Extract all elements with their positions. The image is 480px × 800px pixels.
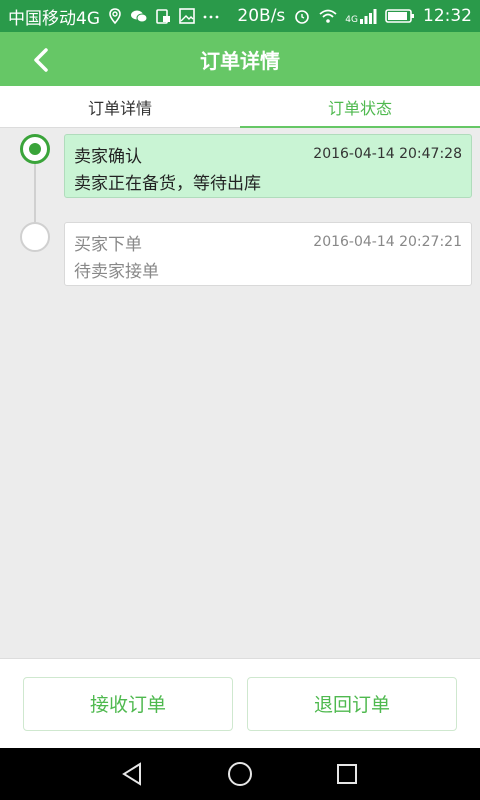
status-time: 2016-04-14 20:27:21	[313, 234, 462, 250]
location-icon	[106, 7, 124, 25]
tab-bar: 订单详情 订单状态	[0, 86, 480, 128]
back-arrow-icon	[34, 48, 48, 72]
lock-notification-icon	[154, 7, 172, 25]
timeline-dot-active	[20, 134, 50, 164]
tab-order-details[interactable]: 订单详情	[0, 86, 240, 127]
nav-back-button[interactable]	[115, 756, 151, 792]
triangle-back-icon	[122, 762, 142, 786]
back-button[interactable]	[26, 44, 58, 76]
timeline-dot	[20, 222, 50, 252]
nav-home-button[interactable]	[222, 756, 258, 792]
status-description: 待卖家接单	[74, 262, 159, 282]
carrier-label: 中国移动4G	[8, 8, 100, 29]
status-title: 买家下单	[74, 234, 142, 255]
tab-order-status[interactable]: 订单状态	[240, 86, 480, 128]
clock: 12:32	[423, 6, 472, 26]
status-description: 卖家正在备货，等待出库	[74, 174, 261, 194]
image-icon	[178, 7, 196, 25]
status-title: 卖家确认	[74, 146, 142, 167]
status-bar: 中国移动4G 20B/s 4G 12:32	[0, 0, 480, 32]
system-nav-bar	[0, 748, 480, 800]
page-title: 订单详情	[200, 48, 280, 73]
alarm-icon	[293, 7, 311, 25]
return-order-button[interactable]: 退回订单	[247, 676, 457, 731]
network-speed: 20B/s	[237, 6, 286, 26]
signal-icon	[359, 7, 377, 25]
nav-recents-button[interactable]	[329, 756, 365, 792]
more-icon	[202, 7, 220, 25]
action-bar: 接收订单 退回订单	[0, 658, 480, 748]
square-recents-icon	[336, 764, 357, 784]
wifi-icon	[319, 7, 337, 25]
timeline-item: 买家下单 2016-04-14 20:27:21 待卖家接单	[64, 222, 472, 286]
accept-order-button[interactable]: 接收订单	[23, 676, 233, 731]
network-type: 4G	[345, 15, 358, 25]
battery-icon	[385, 7, 415, 25]
wechat-icon	[130, 7, 148, 25]
status-time: 2016-04-14 20:47:28	[313, 146, 462, 162]
timeline-item: 卖家确认 2016-04-14 20:47:28 卖家正在备货，等待出库	[64, 134, 472, 198]
order-status-timeline: 卖家确认 2016-04-14 20:47:28 卖家正在备货，等待出库 买家下…	[0, 128, 480, 658]
app-bar: 订单详情	[0, 32, 480, 86]
circle-home-icon	[227, 762, 252, 786]
